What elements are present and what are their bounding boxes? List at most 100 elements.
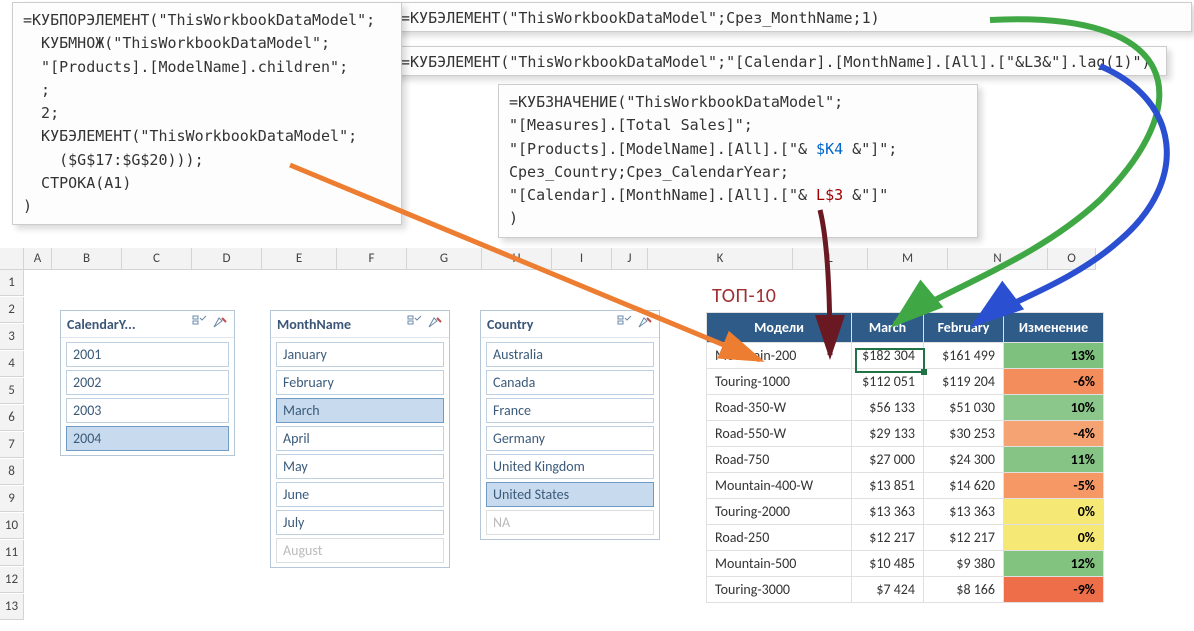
value-cell: $24 300	[924, 447, 1004, 473]
slicer-item[interactable]: August	[276, 538, 444, 563]
change-cell: -5%	[1004, 473, 1104, 499]
row-header[interactable]: 6	[0, 405, 24, 431]
row-header[interactable]: 1	[0, 270, 24, 296]
col-header[interactable]: A	[24, 248, 52, 270]
col-header[interactable]: I	[552, 248, 612, 270]
row-header[interactable]: 3	[0, 324, 24, 350]
top10-table: МоделиMarchFebruaryИзменение Mountain-20…	[706, 312, 1104, 603]
value-cell: $29 133	[852, 421, 924, 447]
col-header[interactable]: G	[407, 248, 482, 270]
col-header[interactable]: B	[52, 248, 122, 270]
value-cell: $9 380	[924, 551, 1004, 577]
slicer-item[interactable]: 2003	[66, 398, 229, 423]
value-cell: $7 424	[852, 577, 924, 603]
table-header: Модели	[707, 313, 852, 343]
model-cell: Road-250	[707, 525, 852, 551]
value-cell: $13 363	[852, 499, 924, 525]
grid-corner[interactable]	[0, 248, 24, 270]
col-header[interactable]: E	[262, 248, 337, 270]
arrow-blue	[975, 66, 1167, 324]
formula-box-3: =КУБЭЛЕМЕНТ("ThisWorkbookDataModel";"[Ca…	[392, 46, 1167, 76]
table-row: Touring-2000 $13 363 $13 363 0%	[707, 499, 1104, 525]
col-header[interactable]: N	[948, 248, 1048, 270]
model-cell: Touring-2000	[707, 499, 852, 525]
value-cell: $56 133	[852, 395, 924, 421]
row-header[interactable]: 10	[0, 513, 24, 539]
row-header[interactable]: 11	[0, 540, 24, 566]
slicer-year[interactable]: CalendarY... 2001 2002 2003 2004	[60, 310, 235, 456]
model-cell: Road-750	[707, 447, 852, 473]
slicer-month[interactable]: MonthName JanuaryFebruaryMarchAprilMayJu…	[270, 310, 450, 568]
slicer-item[interactable]: United States	[486, 482, 654, 507]
change-cell: 10%	[1004, 395, 1104, 421]
col-header[interactable]: L	[793, 248, 868, 270]
multiselect-icon[interactable]	[403, 315, 423, 333]
col-header[interactable]: F	[337, 248, 407, 270]
slicer-header: CalendarY...	[61, 311, 234, 338]
change-cell: -4%	[1004, 421, 1104, 447]
value-cell: $12 217	[852, 525, 924, 551]
formula-box-1: =КУБПОРЭЛЕМЕНТ("ThisWorkbookDataModel"; …	[12, 2, 402, 225]
change-cell: 13%	[1004, 343, 1104, 369]
row-header[interactable]: 8	[0, 459, 24, 485]
clear-filter-icon[interactable]	[208, 315, 228, 333]
slicer-item[interactable]: March	[276, 398, 444, 423]
slicer-item[interactable]: Germany	[486, 426, 654, 451]
row-header[interactable]: 9	[0, 486, 24, 512]
slicer-item[interactable]: May	[276, 454, 444, 479]
table-row: Road-250 $12 217 $12 217 0%	[707, 525, 1104, 551]
row-header[interactable]: 12	[0, 567, 24, 593]
slicer-item[interactable]: 2004	[66, 426, 229, 451]
slicer-item[interactable]: NA	[486, 510, 654, 535]
value-cell: $13 363	[924, 499, 1004, 525]
clear-filter-icon[interactable]	[423, 315, 443, 333]
col-header[interactable]: K	[648, 248, 793, 270]
table-header: Изменение	[1004, 313, 1104, 343]
row-header[interactable]: 13	[0, 594, 24, 620]
col-header[interactable]: C	[122, 248, 192, 270]
slicer-title: Country	[487, 316, 613, 333]
col-header[interactable]: D	[192, 248, 262, 270]
value-cell: $10 485	[852, 551, 924, 577]
formula-text-1: =КУБПОРЭЛЕМЕНТ("ThisWorkbookDataModel"; …	[23, 11, 375, 215]
slicer-item[interactable]: July	[276, 510, 444, 535]
slicer-item[interactable]: February	[276, 370, 444, 395]
model-cell: Road-350-W	[707, 395, 852, 421]
slicer-item[interactable]: Australia	[486, 342, 654, 367]
multiselect-icon[interactable]	[188, 315, 208, 333]
value-cell: $161 499	[924, 343, 1004, 369]
model-cell: Mountain-500	[707, 551, 852, 577]
slicer-item[interactable]: France	[486, 398, 654, 423]
row-header[interactable]: 4	[0, 351, 24, 377]
value-cell: $14 620	[924, 473, 1004, 499]
row-header[interactable]: 2	[0, 297, 24, 323]
clear-filter-icon[interactable]	[633, 315, 653, 333]
formula-text-3: =КУБЭЛЕМЕНТ("ThisWorkbookDataModel";"[Ca…	[401, 53, 1151, 71]
col-header[interactable]: O	[1048, 248, 1096, 270]
row-header[interactable]: 5	[0, 378, 24, 404]
table-row: Road-350-W $56 133 $51 030 10%	[707, 395, 1104, 421]
slicer-country[interactable]: Country Australia Canada France Germany Unit…	[480, 310, 660, 540]
change-cell: -6%	[1004, 369, 1104, 395]
row-header[interactable]: 7	[0, 432, 24, 458]
slicer-item[interactable]: June	[276, 482, 444, 507]
change-cell: 0%	[1004, 499, 1104, 525]
table-row: Touring-1000 $112 051 $119 204 -6%	[707, 369, 1104, 395]
slicer-item[interactable]: 2002	[66, 370, 229, 395]
multiselect-icon[interactable]	[613, 315, 633, 333]
col-header[interactable]: M	[868, 248, 948, 270]
table-row: Mountain-400-W $13 851 $14 620 -5%	[707, 473, 1104, 499]
col-header[interactable]: J	[612, 248, 648, 270]
col-header[interactable]: H	[482, 248, 552, 270]
formula-box-2: =КУБЭЛЕМЕНТ("ThisWorkbookDataModel";Срез…	[392, 2, 1192, 32]
slicer-item[interactable]: Canada	[486, 370, 654, 395]
change-cell: -9%	[1004, 577, 1104, 603]
slicer-item[interactable]: 2001	[66, 342, 229, 367]
slicer-item[interactable]: January	[276, 342, 444, 367]
change-cell: 12%	[1004, 551, 1104, 577]
model-cell: Mountain-400-W	[707, 473, 852, 499]
slicer-item[interactable]: April	[276, 426, 444, 451]
slicer-item[interactable]: United Kingdom	[486, 454, 654, 479]
table-header: February	[924, 313, 1004, 343]
value-cell: $119 204	[924, 369, 1004, 395]
